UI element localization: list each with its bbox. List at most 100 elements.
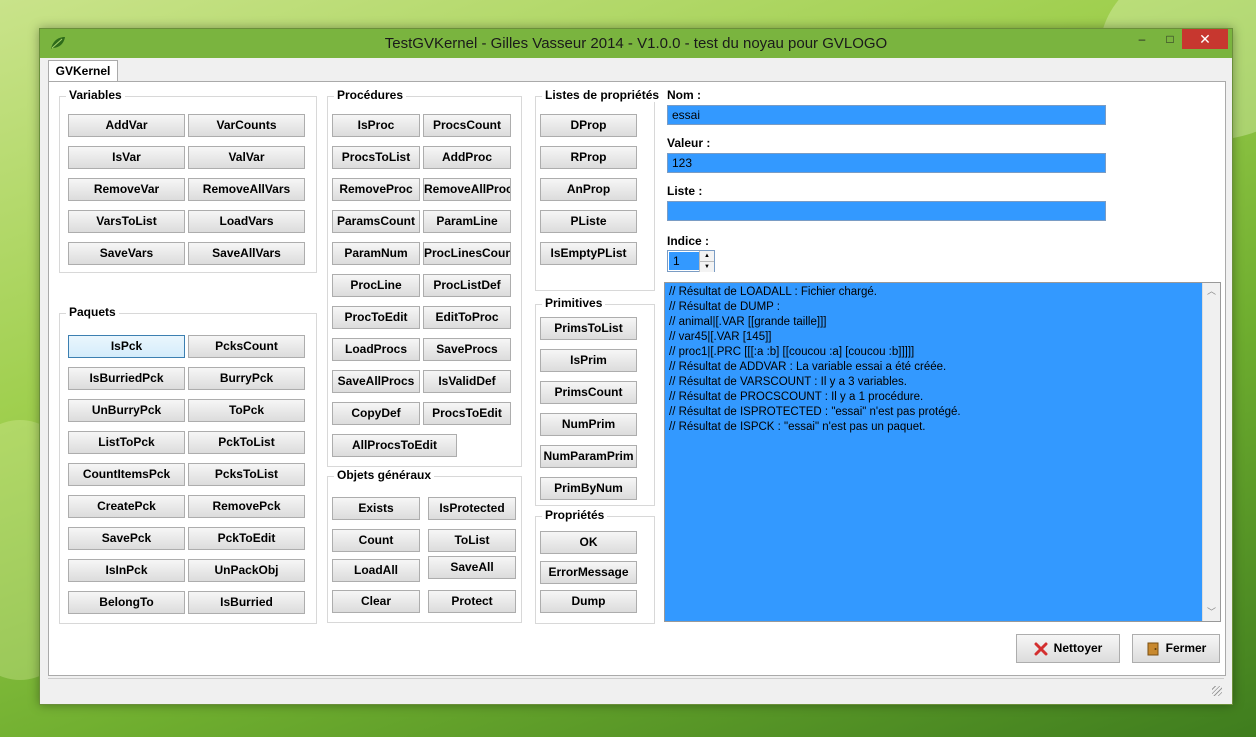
count-button[interactable]: Count xyxy=(332,529,420,552)
remove-var-button[interactable]: RemoveVar xyxy=(68,178,185,201)
un-pack-obj-button[interactable]: UnPackObj xyxy=(188,559,305,582)
memo-scrollbar[interactable]: ︿ ﹀ xyxy=(1202,283,1220,621)
fermer-button[interactable]: Fermer xyxy=(1132,634,1220,663)
param-num-button[interactable]: ParamNum xyxy=(332,242,420,265)
nom-field[interactable]: essai xyxy=(667,105,1106,125)
un-burry-pck-button[interactable]: UnBurryPck xyxy=(68,399,185,422)
indice-value[interactable]: 1 xyxy=(669,252,699,270)
fermer-label: Fermer xyxy=(1165,641,1207,655)
clear-button[interactable]: Clear xyxy=(332,590,420,613)
burry-pck-button[interactable]: BurryPck xyxy=(188,367,305,390)
load-all-button[interactable]: LoadAll xyxy=(332,559,420,582)
add-var-button[interactable]: AddVar xyxy=(68,114,185,137)
belong-to-button[interactable]: BelongTo xyxy=(68,591,185,614)
maximize-button[interactable]: □ xyxy=(1156,29,1184,49)
ok-button[interactable]: OK xyxy=(540,531,637,554)
save-all-button[interactable]: SaveAll xyxy=(428,556,516,579)
listes-group: Listes de propriétés DProp RProp AnProp PLi… xyxy=(535,88,663,291)
is-prim-button[interactable]: IsPrim xyxy=(540,349,637,372)
val-var-button[interactable]: ValVar xyxy=(188,146,305,169)
proc-to-edit-button[interactable]: ProcToEdit xyxy=(332,306,420,329)
tab-gvkernel[interactable]: GVKernel xyxy=(48,60,118,82)
nettoyer-button[interactable]: Nettoyer xyxy=(1016,634,1120,663)
indice-spinner[interactable]: 1 ▲ ▼ xyxy=(667,250,715,272)
save-pck-button[interactable]: SavePck xyxy=(68,527,185,550)
error-message-button[interactable]: ErrorMessage xyxy=(540,561,637,584)
is-protected-button[interactable]: IsProtected xyxy=(428,497,516,520)
rprop-button[interactable]: RProp xyxy=(540,146,637,169)
prims-to-list-button[interactable]: PrimsToList xyxy=(540,317,637,340)
liste-field[interactable] xyxy=(667,201,1106,221)
proc-list-def-button[interactable]: ProcListDef xyxy=(423,274,511,297)
pcks-to-list-button[interactable]: PcksToList xyxy=(188,463,305,486)
pck-to-list-button[interactable]: PckToList xyxy=(188,431,305,454)
pliste-button[interactable]: PListe xyxy=(540,210,637,233)
edit-to-proc-button[interactable]: EditToProc xyxy=(423,306,511,329)
is-in-pck-button[interactable]: IsInPck xyxy=(68,559,185,582)
spin-up-icon[interactable]: ▲ xyxy=(699,251,714,261)
add-proc-button[interactable]: AddProc xyxy=(423,146,511,169)
vars-to-list-button[interactable]: VarsToList xyxy=(68,210,185,233)
prims-count-button[interactable]: PrimsCount xyxy=(540,381,637,404)
proc-line-button[interactable]: ProcLine xyxy=(332,274,420,297)
remove-proc-button[interactable]: RemoveProc xyxy=(332,178,420,201)
copy-def-button[interactable]: CopyDef xyxy=(332,402,420,425)
save-procs-button[interactable]: SaveProcs xyxy=(423,338,511,361)
is-pck-button[interactable]: IsPck xyxy=(68,335,185,358)
scroll-down-icon[interactable]: ﹀ xyxy=(1203,604,1220,621)
valeur-field[interactable]: 123 xyxy=(667,153,1106,173)
exists-button[interactable]: Exists xyxy=(332,497,420,520)
procs-count-button[interactable]: ProcsCount xyxy=(423,114,511,137)
count-items-pck-button[interactable]: CountItemsPck xyxy=(68,463,185,486)
memo-line: // animal|[.VAR [[grande taille]]] xyxy=(669,316,827,328)
all-procs-to-edit-button[interactable]: AllProcsToEdit xyxy=(332,434,457,457)
liste-label: Liste : xyxy=(667,184,703,198)
output-memo[interactable]: // Résultat de LOADALL : Fichier chargé.… xyxy=(664,282,1221,622)
protect-button[interactable]: Protect xyxy=(428,590,516,613)
prim-by-num-button[interactable]: PrimByNum xyxy=(540,477,637,500)
memo-line: // Résultat de PROCSCOUNT : Il y a 1 pro… xyxy=(669,391,924,403)
is-var-button[interactable]: IsVar xyxy=(68,146,185,169)
resize-grip-icon[interactable] xyxy=(1212,686,1222,696)
proc-lines-count-button[interactable]: ProcLinesCount xyxy=(423,242,511,265)
remove-pck-button[interactable]: RemovePck xyxy=(188,495,305,518)
nom-label: Nom : xyxy=(667,88,701,102)
spin-down-icon[interactable]: ▼ xyxy=(699,261,714,272)
is-valid-def-button[interactable]: IsValidDef xyxy=(423,370,511,393)
minimize-button[interactable]: – xyxy=(1128,29,1156,49)
pcks-count-button[interactable]: PcksCount xyxy=(188,335,305,358)
list-to-pck-button[interactable]: ListToPck xyxy=(68,431,185,454)
var-counts-button[interactable]: VarCounts xyxy=(188,114,305,137)
param-line-button[interactable]: ParamLine xyxy=(423,210,511,233)
create-pck-button[interactable]: CreatePck xyxy=(68,495,185,518)
close-button[interactable]: ✕ xyxy=(1182,29,1228,49)
dprop-button[interactable]: DProp xyxy=(540,114,637,137)
load-vars-button[interactable]: LoadVars xyxy=(188,210,305,233)
title-bar[interactable]: TestGVKernel - Gilles Vasseur 2014 - V1.… xyxy=(40,29,1232,58)
procs-to-list-button[interactable]: ProcsToList xyxy=(332,146,420,169)
num-param-prim-button[interactable]: NumParamPrim xyxy=(540,445,637,468)
params-count-button[interactable]: ParamsCount xyxy=(332,210,420,233)
dump-button[interactable]: Dump xyxy=(540,590,637,613)
is-burried-button[interactable]: IsBurried xyxy=(188,591,305,614)
memo-line: // Résultat de VARSCOUNT : Il y a 3 vari… xyxy=(669,376,907,388)
load-procs-button[interactable]: LoadProcs xyxy=(332,338,420,361)
num-prim-button[interactable]: NumPrim xyxy=(540,413,637,436)
an-prop-button[interactable]: AnProp xyxy=(540,178,637,201)
is-empty-plist-button[interactable]: IsEmptyPList xyxy=(540,242,637,265)
to-pck-button[interactable]: ToPck xyxy=(188,399,305,422)
memo-line: // Résultat de ADDVAR : La variable essa… xyxy=(669,361,947,373)
is-proc-button[interactable]: IsProc xyxy=(332,114,420,137)
paquets-group: Paquets IsPck PcksCount IsBurriedPck BurryP… xyxy=(59,305,317,624)
remove-all-procs-button[interactable]: RemoveAllProcs xyxy=(423,178,511,201)
save-all-vars-button[interactable]: SaveAllVars xyxy=(188,242,305,265)
variables-group: Variables AddVar VarCounts IsVar ValVar Remo… xyxy=(59,88,317,273)
to-list-button[interactable]: ToList xyxy=(428,529,516,552)
save-all-procs-button[interactable]: SaveAllProcs xyxy=(332,370,420,393)
save-vars-button[interactable]: SaveVars xyxy=(68,242,185,265)
remove-all-vars-button[interactable]: RemoveAllVars xyxy=(188,178,305,201)
scroll-up-icon[interactable]: ︿ xyxy=(1203,283,1220,300)
pck-to-edit-button[interactable]: PckToEdit xyxy=(188,527,305,550)
procs-to-edit-button[interactable]: ProcsToEdit xyxy=(423,402,511,425)
is-burried-pck-button[interactable]: IsBurriedPck xyxy=(68,367,185,390)
